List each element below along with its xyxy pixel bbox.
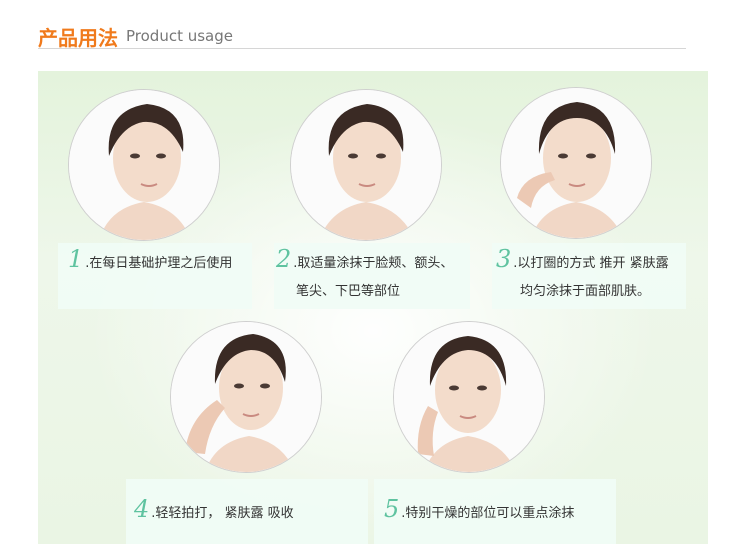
step-1-photo (68, 89, 220, 241)
step-2-number: 2 (276, 245, 292, 273)
step-2-caption-line2: 笔尖、下巴等部位 (296, 284, 401, 299)
step-4-caption: 4 .轻轻拍打， 紧肤露 吸收 (134, 495, 294, 523)
header-divider (38, 48, 686, 49)
step-2-text: .取适量涂抹于脸颊、额头、 (293, 256, 454, 271)
face-illustration (501, 88, 651, 238)
step-2-photo (290, 89, 442, 241)
section-title: 产品用法 (38, 26, 118, 50)
step-4-number: 4 (134, 495, 150, 523)
step-5-caption: 5 .特别干燥的部位可以重点涂抹 (384, 495, 574, 523)
face-illustration (291, 90, 441, 240)
step-3-caption-line2: 均匀涂抹于面部肌肤。 (520, 284, 651, 299)
step-3-number: 3 (496, 245, 512, 273)
face-illustration (394, 322, 544, 472)
step-4-photo (170, 321, 322, 473)
step-5-number: 5 (384, 495, 400, 523)
step-4-text: .轻轻拍打， 紧肤露 吸收 (151, 506, 294, 521)
face-illustration (171, 322, 321, 472)
step-3-photo (500, 87, 652, 239)
face-illustration (69, 90, 219, 240)
usage-panel: 1.在每日基础护理之后使用 2.取适量涂抹于脸颊、额头、 笔尖、下巴等部位 (38, 71, 708, 544)
step-1-number: 1 (68, 245, 84, 273)
step-5-text: .特别干燥的部位可以重点涂抹 (401, 506, 575, 521)
section-subtitle: Product usage (126, 27, 233, 45)
step-1-text: .在每日基础护理之后使用 (85, 256, 233, 271)
step-2-caption: 2 .取适量涂抹于脸颊、额头、 (276, 245, 453, 273)
step-5-photo (393, 321, 545, 473)
step-1-caption: 1 .在每日基础护理之后使用 (68, 245, 232, 273)
step-3-text: .以打圈的方式 推开 紧肤露 (513, 256, 669, 271)
step-3-caption: 3 .以打圈的方式 推开 紧肤露 (496, 245, 669, 273)
